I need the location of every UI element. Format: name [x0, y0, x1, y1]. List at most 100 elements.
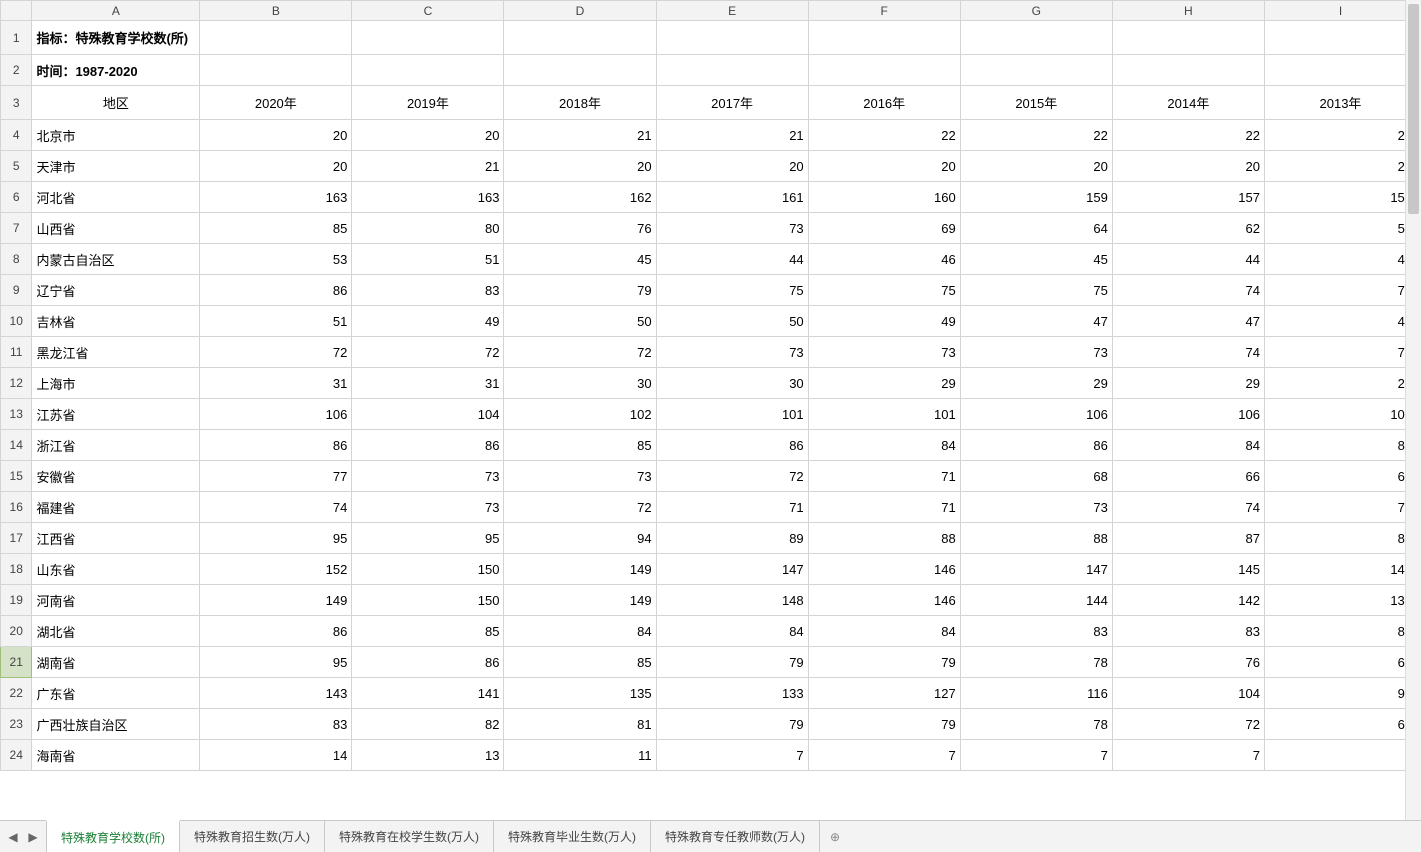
value-cell[interactable]: 29 — [1112, 368, 1264, 399]
value-cell[interactable]: 22 — [960, 120, 1112, 151]
cell[interactable] — [504, 55, 656, 86]
value-cell[interactable]: 11 — [504, 740, 656, 771]
region-cell[interactable]: 河北省 — [32, 182, 200, 213]
cell[interactable] — [1112, 21, 1264, 55]
value-cell[interactable]: 86 — [960, 430, 1112, 461]
region-cell[interactable]: 山东省 — [32, 554, 200, 585]
value-cell[interactable]: 148 — [656, 585, 808, 616]
value-cell[interactable]: 86 — [200, 275, 352, 306]
value-cell[interactable]: 73 — [656, 337, 808, 368]
value-cell[interactable]: 7 — [656, 740, 808, 771]
value-cell[interactable]: 152 — [200, 554, 352, 585]
value-cell[interactable]: 85 — [504, 647, 656, 678]
value-cell[interactable]: 75 — [808, 275, 960, 306]
value-cell[interactable]: 106 — [200, 399, 352, 430]
col-header-D[interactable]: D — [504, 1, 656, 21]
value-cell[interactable]: 71 — [808, 492, 960, 523]
header-year[interactable]: 2018年 — [504, 86, 656, 120]
value-cell[interactable]: 79 — [656, 647, 808, 678]
value-cell[interactable]: 142 — [1112, 585, 1264, 616]
title-cell[interactable]: 指标：特殊教育学校数(所) — [32, 21, 200, 55]
row-header[interactable]: 1 — [1, 21, 32, 55]
value-cell[interactable]: 73 — [656, 213, 808, 244]
value-cell[interactable]: 95 — [200, 647, 352, 678]
header-region[interactable]: 地区 — [32, 86, 200, 120]
value-cell[interactable]: 21 — [504, 120, 656, 151]
region-cell[interactable]: 浙江省 — [32, 430, 200, 461]
value-cell[interactable]: 83 — [200, 709, 352, 740]
row-header[interactable]: 3 — [1, 86, 32, 120]
value-cell[interactable]: 86 — [200, 430, 352, 461]
value-cell[interactable]: 47 — [1264, 306, 1416, 337]
value-cell[interactable]: 78 — [960, 709, 1112, 740]
region-cell[interactable]: 广东省 — [32, 678, 200, 709]
value-cell[interactable]: 22 — [1264, 120, 1416, 151]
value-cell[interactable]: 30 — [656, 368, 808, 399]
col-header-G[interactable]: G — [960, 1, 1112, 21]
value-cell[interactable]: 73 — [808, 337, 960, 368]
value-cell[interactable]: 159 — [960, 182, 1112, 213]
row-header[interactable]: 10 — [1, 306, 32, 337]
value-cell[interactable]: 62 — [1112, 213, 1264, 244]
value-cell[interactable]: 49 — [808, 306, 960, 337]
value-cell[interactable]: 77 — [200, 461, 352, 492]
value-cell[interactable]: 7 — [1112, 740, 1264, 771]
value-cell[interactable]: 107 — [1264, 399, 1416, 430]
value-cell[interactable]: 79 — [808, 647, 960, 678]
value-cell[interactable]: 79 — [656, 709, 808, 740]
value-cell[interactable]: 84 — [808, 616, 960, 647]
row-header[interactable]: 2 — [1, 55, 32, 86]
value-cell[interactable]: 116 — [960, 678, 1112, 709]
sheet-tab[interactable]: 特殊教育专任教师数(万人) — [651, 821, 820, 852]
value-cell[interactable]: 161 — [656, 182, 808, 213]
value-cell[interactable]: 65 — [1264, 709, 1416, 740]
region-cell[interactable]: 河南省 — [32, 585, 200, 616]
value-cell[interactable]: 79 — [504, 275, 656, 306]
cell[interactable] — [808, 21, 960, 55]
row-header[interactable]: 5 — [1, 151, 32, 182]
value-cell[interactable]: 102 — [504, 399, 656, 430]
value-cell[interactable]: 83 — [960, 616, 1112, 647]
cell[interactable] — [504, 21, 656, 55]
value-cell[interactable]: 74 — [1264, 275, 1416, 306]
header-year[interactable]: 2019年 — [352, 86, 504, 120]
value-cell[interactable]: 78 — [960, 647, 1112, 678]
region-cell[interactable]: 广西壮族自治区 — [32, 709, 200, 740]
value-cell[interactable]: 86 — [656, 430, 808, 461]
value-cell[interactable]: 74 — [1112, 492, 1264, 523]
value-cell[interactable]: 20 — [1112, 151, 1264, 182]
value-cell[interactable]: 72 — [1112, 709, 1264, 740]
row-header[interactable]: 6 — [1, 182, 32, 213]
header-year[interactable]: 2015年 — [960, 86, 1112, 120]
cell[interactable] — [352, 21, 504, 55]
value-cell[interactable]: 20 — [200, 151, 352, 182]
value-cell[interactable]: 53 — [200, 244, 352, 275]
value-cell[interactable]: 51 — [352, 244, 504, 275]
row-header[interactable]: 14 — [1, 430, 32, 461]
value-cell[interactable]: 21 — [656, 120, 808, 151]
value-cell[interactable]: 22 — [1112, 120, 1264, 151]
value-cell[interactable]: 44 — [1112, 244, 1264, 275]
value-cell[interactable]: 72 — [352, 337, 504, 368]
value-cell[interactable]: 73 — [960, 492, 1112, 523]
row-header[interactable]: 11 — [1, 337, 32, 368]
value-cell[interactable]: 71 — [656, 492, 808, 523]
value-cell[interactable]: 144 — [1264, 554, 1416, 585]
value-cell[interactable]: 66 — [1112, 461, 1264, 492]
value-cell[interactable]: 104 — [1112, 678, 1264, 709]
value-cell[interactable]: 84 — [1112, 430, 1264, 461]
value-cell[interactable]: 86 — [352, 647, 504, 678]
value-cell[interactable]: 81 — [504, 709, 656, 740]
value-cell[interactable]: 45 — [960, 244, 1112, 275]
value-cell[interactable]: 42 — [1264, 244, 1416, 275]
row-header[interactable]: 9 — [1, 275, 32, 306]
value-cell[interactable]: 80 — [1264, 616, 1416, 647]
region-cell[interactable]: 吉林省 — [32, 306, 200, 337]
value-cell[interactable]: 89 — [656, 523, 808, 554]
value-cell[interactable]: 99 — [1264, 678, 1416, 709]
value-cell[interactable]: 72 — [656, 461, 808, 492]
value-cell[interactable]: 69 — [808, 213, 960, 244]
value-cell[interactable]: 84 — [656, 616, 808, 647]
row-header[interactable]: 21 — [1, 647, 32, 678]
value-cell[interactable]: 31 — [200, 368, 352, 399]
